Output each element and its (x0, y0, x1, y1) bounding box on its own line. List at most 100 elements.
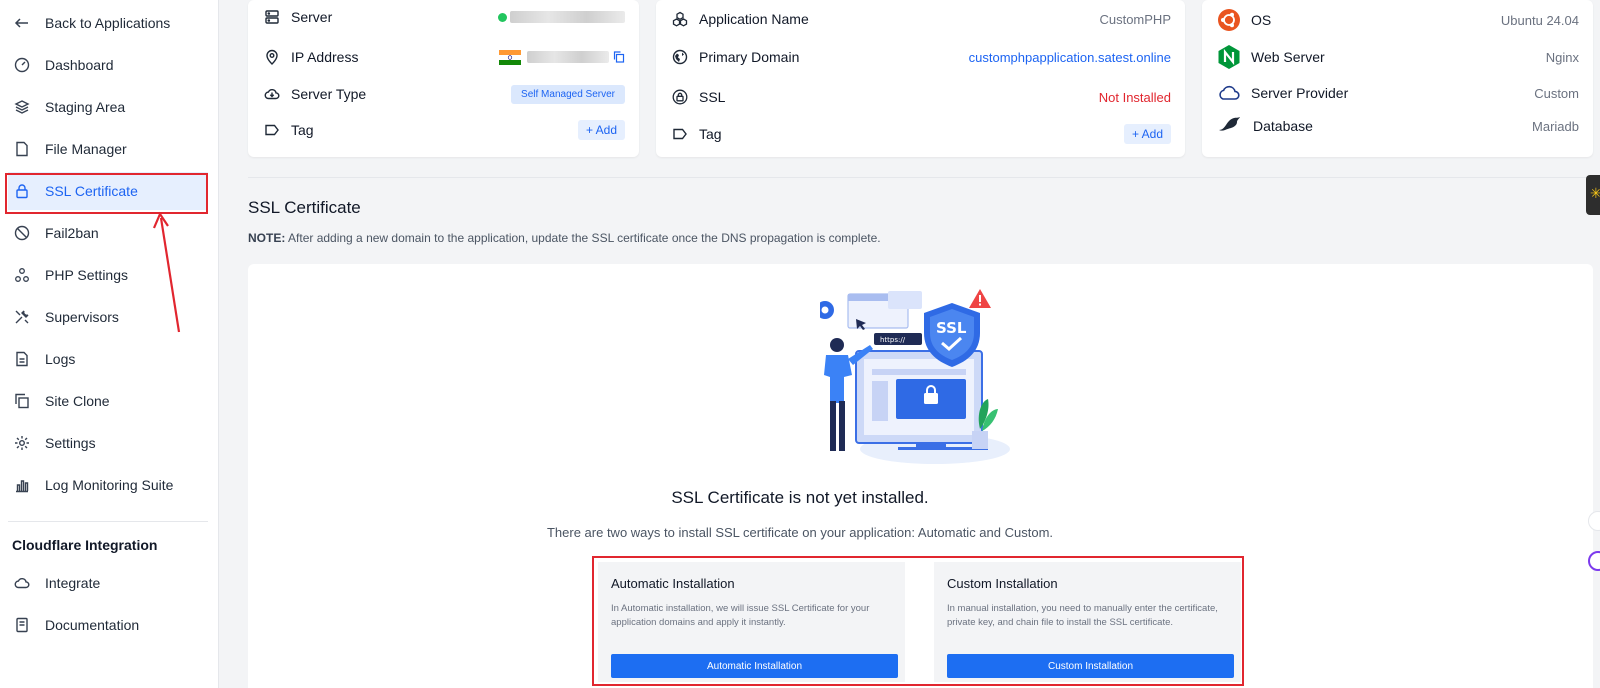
server-row: Server (248, 5, 639, 29)
primary-domain-row: Primary Domain customphpapplication.sate… (656, 45, 1185, 69)
section-divider (248, 177, 1593, 178)
back-label: Back to Applications (45, 15, 171, 31)
add-server-tag-button[interactable]: + Add (577, 120, 625, 140)
back-to-applications-link[interactable]: Back to Applications (8, 4, 208, 42)
database-row: Database Mariadb (1202, 114, 1593, 138)
server-type-label: Server Type (291, 86, 367, 102)
nodes-icon (13, 266, 31, 284)
empty-state-title: SSL Certificate is not yet installed. (671, 488, 929, 507)
mariadb-icon (1217, 114, 1243, 138)
custom-installation-description: In manual installation, you need to manu… (947, 603, 1218, 628)
nginx-icon (1217, 44, 1241, 70)
automatic-installation-option: Automatic Installation In Automatic inst… (598, 562, 905, 682)
custom-installation-title: Custom Installation (947, 576, 1058, 591)
server-type-row: Server Type Self Managed Server (248, 82, 639, 106)
sidebar-item-label: SSL Certificate (45, 183, 138, 199)
server-value (498, 11, 625, 23)
sidebar-item-label: Documentation (45, 617, 140, 633)
sidebar-item-fail2ban[interactable]: Fail2ban (8, 214, 208, 252)
installation-options-highlight: Automatic Installation In Automatic inst… (592, 556, 1244, 686)
tag-label: Tag (291, 122, 314, 138)
copy-icon[interactable] (613, 51, 625, 63)
ssl-row: SSL Not Installed (656, 85, 1185, 109)
ip-address-value (499, 49, 625, 65)
server-name-redacted (510, 11, 625, 23)
tag-icon (263, 121, 281, 139)
empty-state-subtitle: There are two ways to install SSL certif… (546, 525, 1054, 540)
sidebar-item-integrate[interactable]: Integrate (8, 564, 208, 602)
server-icon (263, 8, 281, 26)
sidebar-item-label: Integrate (45, 575, 101, 591)
web-server-value: Nginx (1545, 49, 1579, 65)
gauge-icon (13, 56, 31, 74)
ubuntu-icon (1217, 8, 1241, 32)
layers-icon (13, 98, 31, 116)
book-icon (13, 616, 31, 634)
sidebar-item-dashboard[interactable]: Dashboard (8, 46, 208, 84)
ssl-lock-icon (671, 88, 689, 106)
tag-value: + Add (1123, 124, 1171, 144)
application-name-value: CustomPHP (1099, 11, 1171, 27)
sidebar-item-label: Staging Area (45, 99, 126, 115)
feedback-tab[interactable]: ✳ (1586, 175, 1600, 215)
server-status-dot (498, 12, 507, 22)
sidebar-item-logs[interactable]: Logs (8, 340, 208, 378)
cloud-icon (1217, 84, 1241, 102)
location-pin-icon (263, 48, 281, 66)
cubes-icon (671, 10, 689, 28)
sidebar-item-ssl-certificate[interactable]: SSL Certificate (8, 172, 208, 210)
shield-ssl-label: SSL (936, 319, 967, 337)
sidebar-item-documentation[interactable]: Documentation (8, 606, 208, 644)
server-info-card: Server IP Address Server Type Self Manag… (248, 0, 639, 157)
primary-domain-link[interactable]: customphpapplication.satest.online (969, 50, 1171, 65)
primary-domain-label: Primary Domain (699, 49, 800, 65)
server-provider-value: Custom (1534, 85, 1579, 101)
stack-info-card: OS Ubuntu 24.04 Web Server Nginx Server … (1202, 0, 1593, 157)
os-label: OS (1251, 12, 1272, 28)
application-info-card: Application Name CustomPHP Primary Domai… (656, 0, 1185, 157)
web-server-row: Web Server Nginx (1202, 45, 1593, 69)
application-tag-row: Tag + Add (656, 122, 1185, 146)
sidebar-item-label: Settings (45, 435, 96, 451)
arrow-left-icon (13, 14, 31, 32)
ssl-section-note: NOTE: After adding a new domain to the a… (248, 231, 881, 245)
sidebar-item-staging-area[interactable]: Staging Area (8, 88, 208, 126)
sidebar-item-label: Fail2ban (45, 225, 99, 241)
ip-redacted (527, 51, 609, 63)
os-row: OS Ubuntu 24.04 (1202, 8, 1593, 32)
automatic-installation-button[interactable]: Automatic Installation (611, 654, 898, 678)
sidebar-divider (8, 521, 208, 522)
sparkle-icon: ✳ (1590, 185, 1600, 201)
server-provider-label: Server Provider (1251, 85, 1349, 101)
sidebar-item-label: File Manager (45, 141, 127, 157)
copy-icon (13, 392, 31, 410)
ssl-label: SSL (699, 89, 726, 105)
sidebar-item-label: PHP Settings (45, 267, 129, 283)
automatic-installation-description: In Automatic installation, we will issue… (611, 603, 870, 628)
ip-address-label: IP Address (291, 49, 359, 65)
server-label: Server (291, 9, 333, 25)
database-label: Database (1253, 118, 1313, 134)
custom-installation-option: Custom Installation In manual installati… (934, 562, 1241, 682)
sidebar-item-php-settings[interactable]: PHP Settings (8, 256, 208, 294)
server-type-value: Self Managed Server (511, 84, 625, 104)
server-type-badge: Self Managed Server (511, 84, 625, 104)
application-name-label: Application Name (699, 11, 809, 27)
gear-icon (13, 434, 31, 452)
tools-icon (13, 308, 31, 326)
sidebar-item-site-clone[interactable]: Site Clone (8, 382, 208, 420)
server-tag-row: Tag + Add (248, 118, 639, 142)
ip-address-row: IP Address (248, 45, 639, 69)
sidebar-item-label: Dashboard (45, 57, 114, 73)
database-value: Mariadb (1532, 118, 1579, 134)
document-icon (13, 350, 31, 368)
sidebar-item-supervisors[interactable]: Supervisors (8, 298, 208, 336)
sidebar-item-file-manager[interactable]: File Manager (8, 130, 208, 168)
note-text: After adding a new domain to the applica… (285, 231, 881, 245)
custom-installation-button[interactable]: Custom Installation (947, 654, 1234, 678)
sidebar-item-settings[interactable]: Settings (8, 424, 208, 462)
cloud-icon (13, 574, 31, 592)
add-application-tag-button[interactable]: + Add (1123, 124, 1171, 144)
lock-icon (13, 182, 31, 200)
ssl-section-title: SSL Certificate (248, 198, 361, 217)
